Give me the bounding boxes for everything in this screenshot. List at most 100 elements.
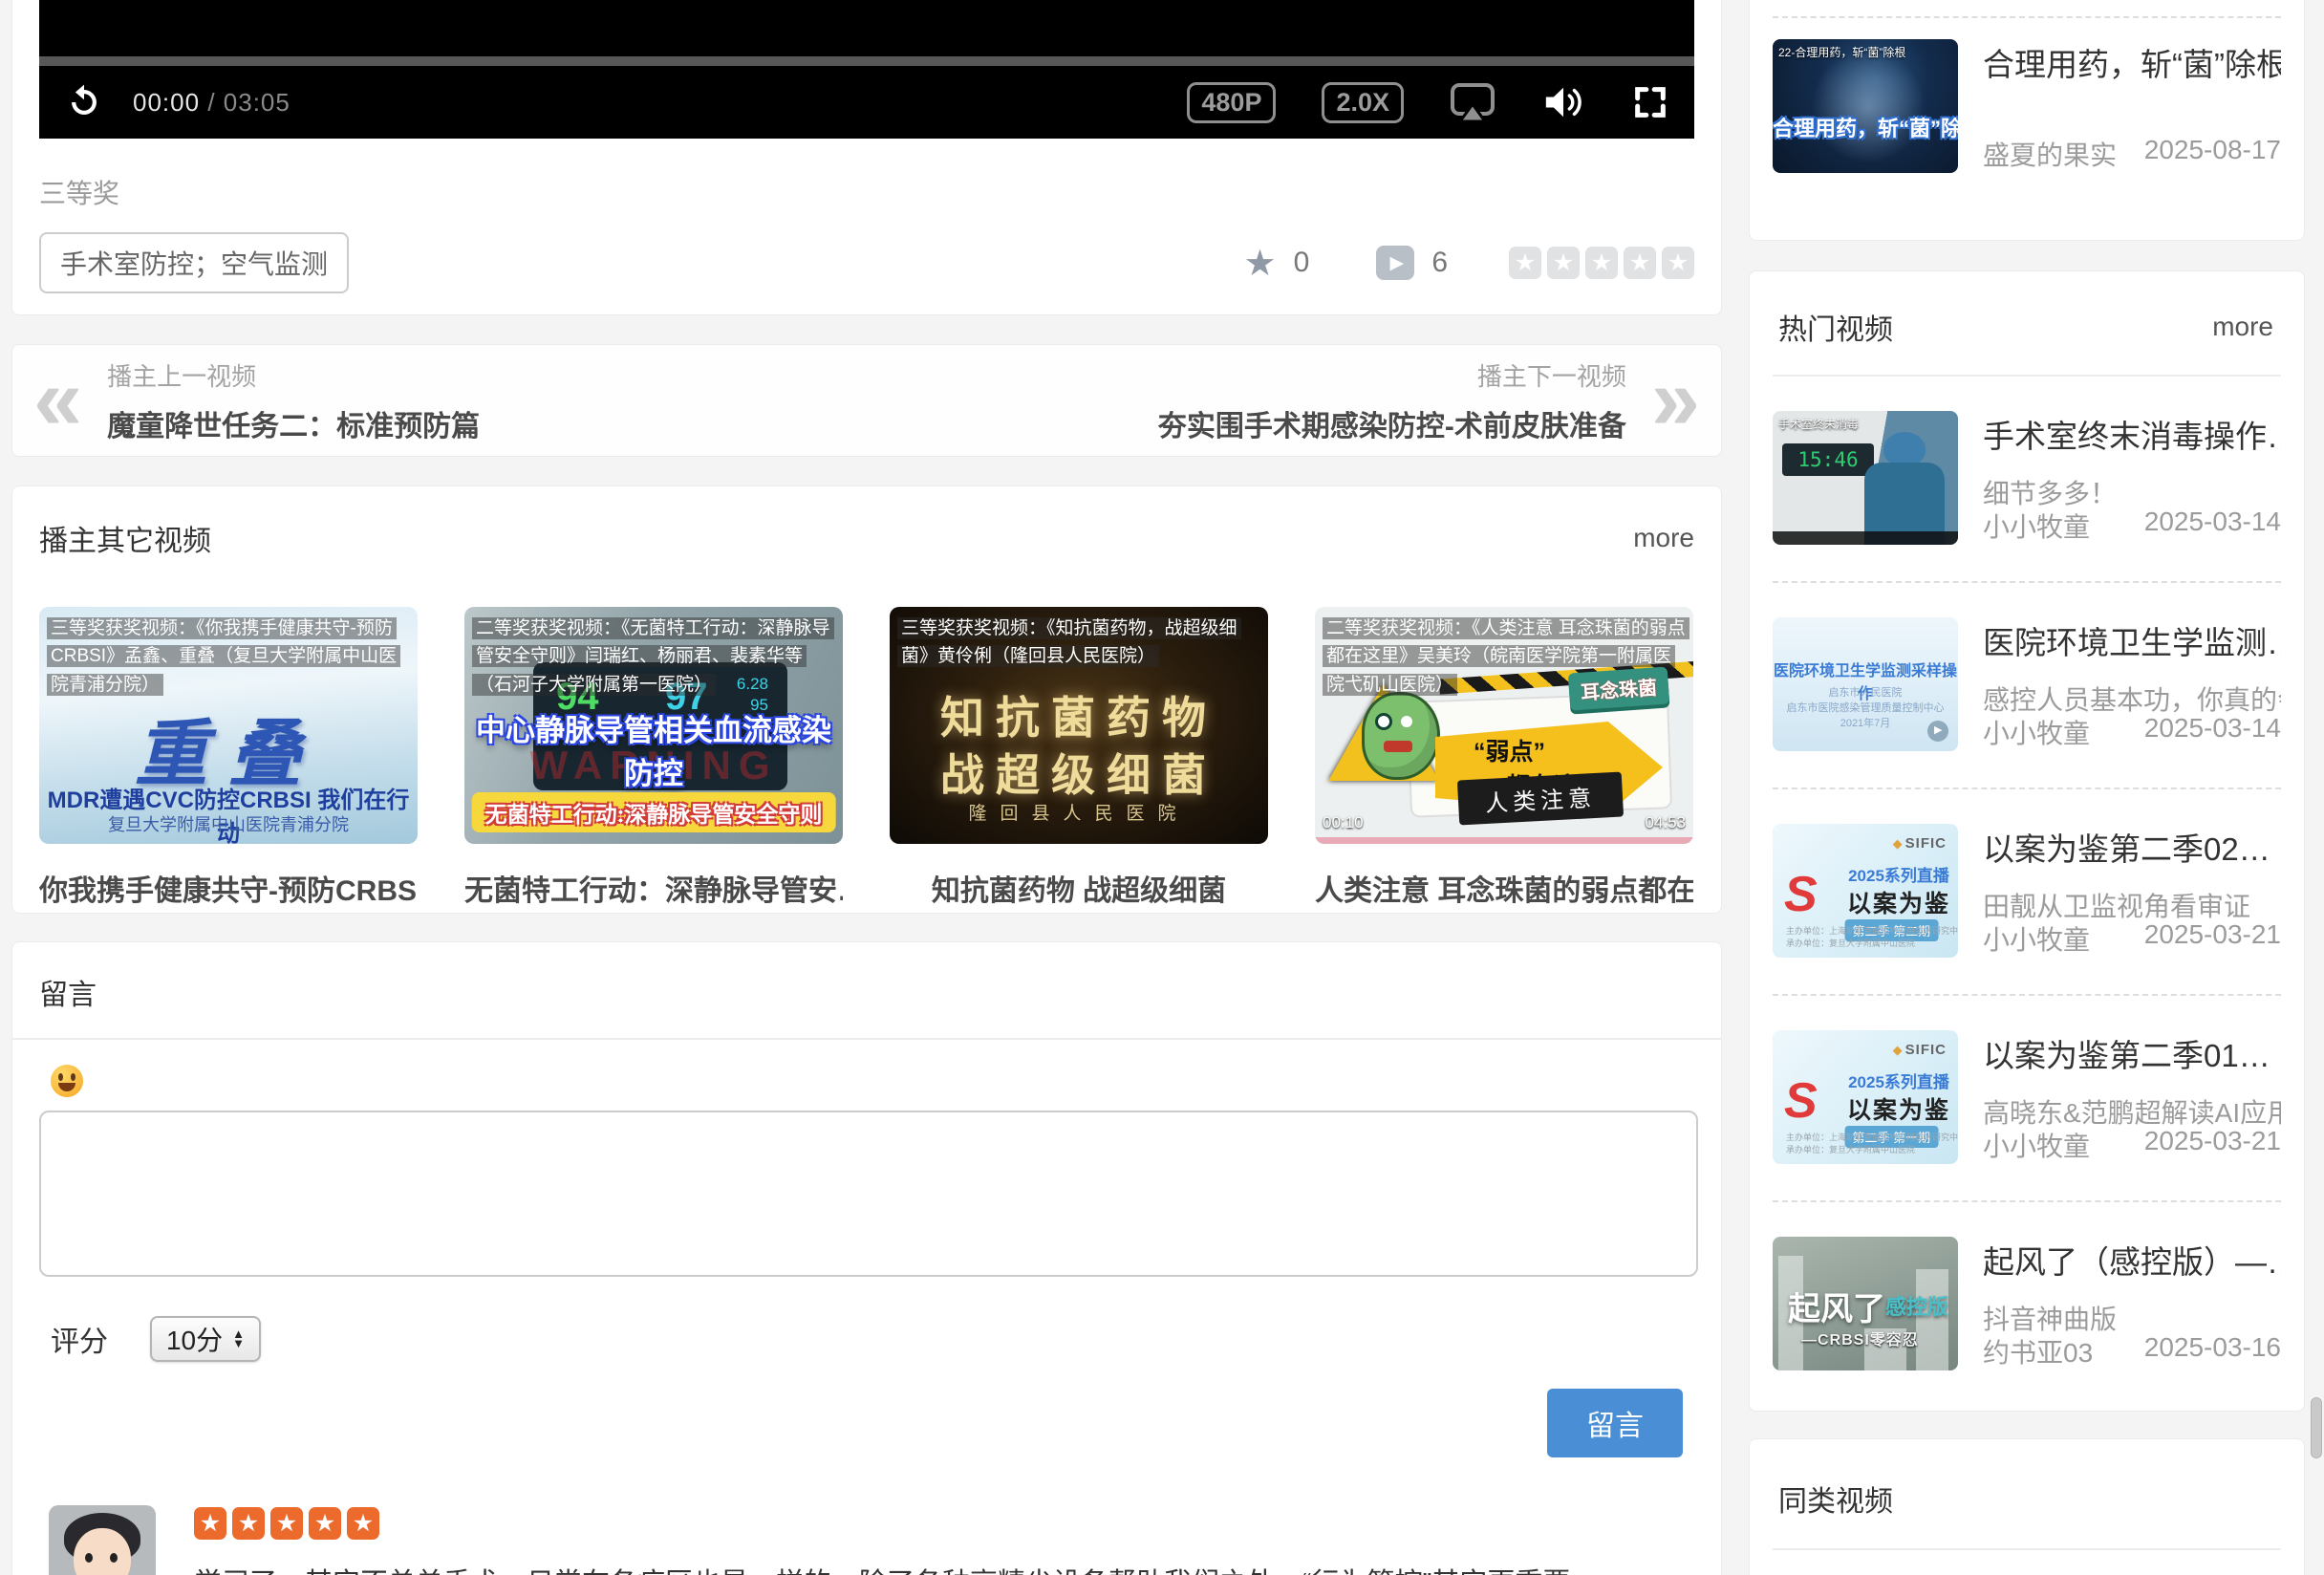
sidebar-video-title[interactable]: 起风了（感控版）—… bbox=[1983, 1237, 2281, 1278]
replay-icon[interactable] bbox=[64, 82, 104, 122]
review-text: 学习了，其实不单单手术，日常在各病区也是一样的，除了各种高精尖设备帮助我们之外，… bbox=[194, 1564, 1570, 1575]
sidebar-video-title[interactable]: 以案为鉴第二季02… bbox=[1983, 824, 2281, 865]
video-card-item[interactable]: 二等奖获奖视频：《无菌特工行动：深静脉导管安全守则》闫瑞红、杨丽君、裴素华等（石… bbox=[464, 607, 843, 909]
prev-video-title[interactable]: 魔童降世任务二：标准预防篇 bbox=[107, 402, 480, 444]
video-caption[interactable]: 你我携手健康共守-预防CRBSI bbox=[39, 867, 418, 909]
speed-button[interactable]: 2.0X bbox=[1322, 82, 1404, 123]
favorite-count: 0 bbox=[1294, 247, 1310, 279]
video-thumbnail[interactable]: 二等奖获奖视频：《无菌特工行动：深静脉导管安全守则》闫瑞红、杨丽君、裴素华等（石… bbox=[464, 607, 843, 844]
grinning-face-emoji-icon[interactable] bbox=[51, 1065, 83, 1097]
filled-star-icon bbox=[347, 1507, 379, 1540]
time-display: 00:00 / 03:05 bbox=[133, 88, 290, 118]
sidebar-video-item[interactable]: 手术室终末消毒 15:46 手术室终末消毒操作… 细节多多！ 小小牧童 2025… bbox=[1773, 377, 2281, 581]
prev-video-label: 播主上一视频 bbox=[107, 357, 480, 393]
video-thumbnail[interactable]: 三等奖获奖视频：《你我携手健康共守-预防CRBSI》孟鑫、重叠（复旦大学附属中山… bbox=[39, 607, 418, 844]
video-card-item[interactable]: 三等奖获奖视频：《你我携手健康共守-预防CRBSI》孟鑫、重叠（复旦大学附属中山… bbox=[39, 607, 418, 909]
video-thumbnail[interactable]: 起风了 感控版 —CRBSI零容忍 bbox=[1773, 1237, 1958, 1370]
sidebar-video-author[interactable]: 小小牧童 bbox=[1983, 507, 2090, 545]
prev-video-link[interactable]: 播主上一视频 魔童降世任务二：标准预防篇 bbox=[33, 357, 505, 444]
sific-s-mark: S bbox=[1784, 1072, 1818, 1130]
video-card-item[interactable]: 三等奖获奖视频：《知抗菌药物，战超级细菌》黄伶俐（隆回县人民医院） 知抗菌药物 … bbox=[890, 607, 1268, 909]
rating-star-icon[interactable] bbox=[1585, 247, 1618, 279]
sidebar-video-date: 2025-03-14 bbox=[2144, 507, 2281, 545]
prev-next-nav: 播主上一视频 魔童降世任务二：标准预防篇 播主下一视频 夯实围手术期感染防控-术… bbox=[11, 344, 1722, 457]
sidebar-video-author[interactable]: 盛夏的果实 bbox=[1983, 135, 2117, 173]
video-thumbnail[interactable]: 手术室终末消毒 15:46 bbox=[1773, 411, 1958, 545]
sidebar-video-author[interactable]: 小小牧童 bbox=[1983, 1126, 2090, 1164]
current-time: 00:00 bbox=[133, 88, 200, 117]
filled-star-icon bbox=[194, 1507, 226, 1540]
scrollbar-thumb[interactable] bbox=[2311, 1397, 2322, 1458]
thumbnail-subtitle: —CRBSI零容忍 bbox=[1801, 1327, 1919, 1349]
sidebar-video-item[interactable]: 起风了 感控版 —CRBSI零容忍 起风了（感控版）—… 抖音神曲版 约书亚03… bbox=[1773, 1202, 2281, 1407]
thumbnail-org: 启东市人民医院 bbox=[1773, 684, 1958, 700]
thumbnail-title-art: 中心静脉导管相关血流感染防控 bbox=[464, 706, 843, 792]
submit-comment-button[interactable]: 留言 bbox=[1547, 1389, 1683, 1457]
rating-star-icon[interactable] bbox=[1547, 247, 1580, 279]
sidebar-video-item[interactable]: 22-合理用药，斩“菌”除根 合理用药，斩“菌”除根 合理用药，斩“菌”除根 盛… bbox=[1773, 39, 2281, 173]
thumbnail-series-label: 2025系列直播 bbox=[1840, 862, 1958, 886]
more-link[interactable]: more bbox=[1633, 523, 1694, 553]
sidebar-video-date: 2025-03-16 bbox=[2144, 1332, 2281, 1370]
next-video-title[interactable]: 夯实围手术期感染防控-术前皮肤准备 bbox=[1158, 402, 1626, 444]
next-video-link[interactable]: 播主下一视频 夯实围手术期感染防控-术前皮肤准备 bbox=[1133, 357, 1700, 444]
sidebar-video-author[interactable]: 小小牧童 bbox=[1983, 713, 2090, 751]
hot-more-link[interactable]: more bbox=[2212, 312, 2273, 342]
video-thumbnail[interactable]: SIFIC S 2025系列直播 以案为鉴 第二季 第二期 主办单位：上海斯菲克… bbox=[1773, 824, 1958, 958]
sidebar-video-item[interactable]: SIFIC S 2025系列直播 以案为鉴 第二季 第二期 主办单位：上海斯菲克… bbox=[1773, 789, 2281, 994]
review-stars bbox=[194, 1507, 1570, 1540]
thumbnail-title-art: 知抗菌药物 bbox=[890, 683, 1268, 746]
video-thumbnail[interactable]: 三等奖获奖视频：《知抗菌药物，战超级细菌》黄伶俐（隆回县人民医院） 知抗菌药物 … bbox=[890, 607, 1268, 844]
dashed-divider bbox=[1773, 16, 2281, 18]
video-thumbnail[interactable]: SIFIC S 2025系列直播 以案为鉴 第二季 第一期 主办单位：上海斯菲克… bbox=[1773, 1030, 1958, 1164]
thumbnail-time-current: 00:10 bbox=[1323, 813, 1364, 832]
thumbnail-org: 承办单位：复旦大学附属中山医院 bbox=[1786, 1143, 1915, 1155]
rating-stars[interactable] bbox=[1509, 247, 1694, 279]
sidebar-uploader-card: 22-合理用药，斩“菌”除根 合理用药，斩“菌”除根 合理用药，斩“菌”除根 盛… bbox=[1749, 0, 2305, 241]
thumbnail-org: 启东市医院感染管理质量控制中心 bbox=[1773, 700, 1958, 715]
video-thumbnail[interactable]: 22-合理用药，斩“菌”除根 合理用药，斩“菌”除根 bbox=[1773, 39, 1958, 173]
thumbnail-progress-bar bbox=[1315, 837, 1693, 844]
sidebar-video-title[interactable]: 手术室终末消毒操作… bbox=[1983, 411, 2281, 452]
progress-bar[interactable] bbox=[39, 56, 1694, 66]
volume-icon[interactable] bbox=[1541, 83, 1585, 121]
sidebar-video-date: 2025-03-14 bbox=[2144, 713, 2281, 751]
video-tag[interactable]: 手术室防控；空气监测 bbox=[39, 232, 349, 293]
video-thumbnail[interactable]: 医院环境卫生学监测采样操作 启东市人民医院 启东市医院感染管理质量控制中心 20… bbox=[1773, 617, 1958, 751]
sidebar-video-date: 2025-08-17 bbox=[2144, 135, 2281, 173]
video-card-item[interactable]: ! “弱点” 都在这里 耳念珠菌 人类注意 二等奖获奖视频：《人类注意 耳念珠菌… bbox=[1315, 607, 1693, 909]
video-caption[interactable]: 人类注意 耳念珠菌的弱点都在… bbox=[1315, 867, 1693, 909]
sidebar-video-title[interactable]: 以案为鉴第二季01… bbox=[1983, 1030, 2281, 1071]
hot-videos-card: 热门视频 more 手术室终末消毒 15:46 手术室终末消毒操作… 细节多多！… bbox=[1749, 270, 2305, 1412]
airplay-cast-icon[interactable] bbox=[1450, 81, 1496, 123]
rating-star-icon[interactable] bbox=[1624, 247, 1656, 279]
sidebar-video-author[interactable]: 约书亚03 bbox=[1983, 1332, 2093, 1370]
sidebar-video-title[interactable]: 医院环境卫生学监测… bbox=[1983, 617, 2281, 658]
video-caption[interactable]: 无菌特工行动：深静脉导管安… bbox=[464, 867, 843, 909]
sidebar-video-item[interactable]: 医院环境卫生学监测采样操作 启东市人民医院 启东市医院感染管理质量控制中心 20… bbox=[1773, 583, 2281, 788]
video-thumbnail[interactable]: ! “弱点” 都在这里 耳念珠菌 人类注意 二等奖获奖视频：《人类注意 耳念珠菌… bbox=[1315, 607, 1693, 844]
sific-s-mark: S bbox=[1784, 866, 1818, 923]
similar-videos-card: 同类视频 一等奖获奖视频：《“检”控·细节筑防线》陈苗红、吴妍妍、张月月等（黄山… bbox=[1749, 1438, 2305, 1575]
thumbnail-org: 隆回县人民医院 bbox=[890, 799, 1268, 825]
section-title: 播主其它视频 bbox=[39, 517, 211, 559]
rating-select[interactable]: 10分 ▲▼ bbox=[150, 1316, 261, 1362]
sidebar-video-item[interactable]: SIFIC S 2025系列直播 以案为鉴 第二季 第一期 主办单位：上海斯菲克… bbox=[1773, 996, 2281, 1200]
comment-textarea[interactable] bbox=[39, 1111, 1698, 1277]
sidebar-video-author[interactable]: 小小牧童 bbox=[1983, 919, 2090, 958]
sidebar-video-title[interactable]: 合理用药，斩“菌”除根 bbox=[1983, 39, 2281, 85]
sidebar-video-subtitle: 田靓从卫监视角看审证 bbox=[1983, 886, 2281, 919]
quality-button[interactable]: 480P bbox=[1187, 82, 1276, 123]
sidebar-video-subtitle: 感控人员基本功，你真的会采 bbox=[1983, 680, 2281, 713]
time-separator: / bbox=[207, 88, 215, 117]
video-caption[interactable]: 知抗菌药物 战超级细菌 bbox=[890, 867, 1268, 909]
rating-star-icon[interactable] bbox=[1662, 247, 1694, 279]
rating-star-icon[interactable] bbox=[1509, 247, 1541, 279]
thumbnail-org: 主办单位：上海斯菲克微生物应用技术研究中心 bbox=[1786, 1131, 1958, 1143]
video-stats: 0 6 bbox=[1244, 242, 1694, 285]
next-video-label: 播主下一视频 bbox=[1158, 357, 1626, 393]
fullscreen-icon[interactable] bbox=[1631, 83, 1669, 121]
video-player[interactable]: 00:00 / 03:05 480P 2.0X bbox=[39, 0, 1694, 139]
video-frame[interactable] bbox=[39, 0, 1694, 56]
thumbnail-banner: 人类注意 bbox=[1457, 772, 1624, 826]
